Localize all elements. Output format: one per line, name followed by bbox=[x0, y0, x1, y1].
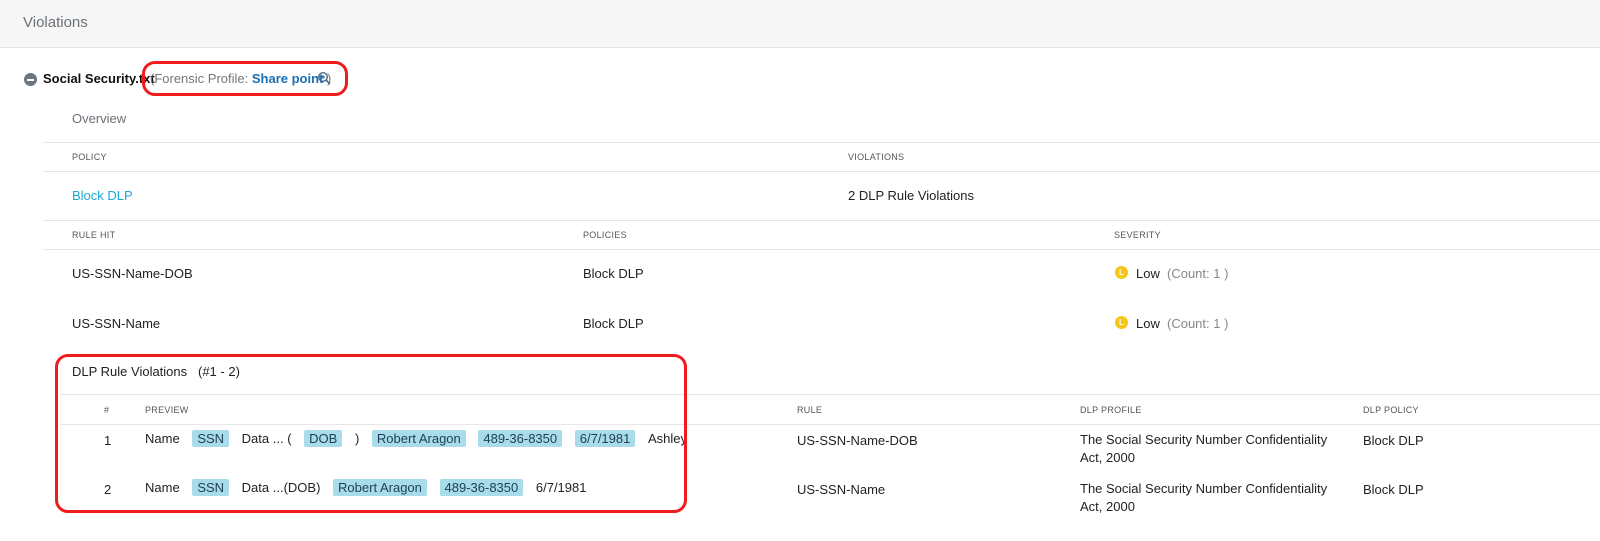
rule-hit-cell: US-SSN-Name bbox=[72, 316, 161, 331]
rule-hit-cell: US-SSN-Name-DOB bbox=[72, 266, 193, 281]
dlp-policy-cell: Block DLP bbox=[1363, 482, 1424, 497]
file-name: Social Security.txt bbox=[43, 71, 155, 86]
violations-column-header: VIOLATIONS bbox=[848, 152, 905, 162]
divider bbox=[43, 249, 1600, 250]
severity-label: Low bbox=[1136, 266, 1160, 281]
policy-link[interactable]: Block DLP bbox=[72, 188, 133, 203]
severity-label: Low bbox=[1136, 316, 1160, 331]
divider bbox=[43, 142, 1600, 143]
violations-count: 2 DLP Rule Violations bbox=[848, 188, 974, 203]
header-bar: Violations bbox=[0, 0, 1600, 48]
rule-cell: US-SSN-Name-DOB bbox=[797, 433, 918, 448]
dlp-profile-column-header: DLP PROFILE bbox=[1080, 405, 1142, 415]
rule-cell: US-SSN-Name bbox=[797, 482, 886, 497]
dlp-violations-highlight-box bbox=[55, 354, 687, 513]
policies-cell: Block DLP bbox=[583, 316, 644, 331]
violations-page: Violations Social Security.txt (Forensic… bbox=[0, 0, 1600, 541]
page-title: Violations bbox=[23, 14, 88, 31]
severity-low-icon: L bbox=[1115, 266, 1128, 279]
policy-column-header: POLICY bbox=[72, 152, 107, 162]
forensic-highlight-box bbox=[142, 61, 348, 96]
dlp-policy-column-header: DLP POLICY bbox=[1363, 405, 1419, 415]
severity-count: (Count: 1 ) bbox=[1167, 266, 1229, 281]
policies-column-header: POLICIES bbox=[583, 230, 627, 240]
dlp-profile-cell: The Social Security Number Confidentiali… bbox=[1080, 432, 1328, 465]
dlp-policy-cell: Block DLP bbox=[1363, 433, 1424, 448]
rule-hit-column-header: RULE HIT bbox=[72, 230, 116, 240]
divider bbox=[43, 220, 1600, 221]
divider bbox=[43, 171, 1600, 172]
tab-overview[interactable]: Overview bbox=[72, 111, 126, 126]
severity-count: (Count: 1 ) bbox=[1167, 316, 1229, 331]
severity-low-icon: L bbox=[1115, 316, 1128, 329]
dlp-profile-cell: The Social Security Number Confidentiali… bbox=[1080, 481, 1328, 514]
severity-column-header: SEVERITY bbox=[1114, 230, 1161, 240]
rule-column-header: RULE bbox=[797, 405, 823, 415]
policies-cell: Block DLP bbox=[583, 266, 644, 281]
collapse-icon[interactable] bbox=[24, 73, 37, 86]
